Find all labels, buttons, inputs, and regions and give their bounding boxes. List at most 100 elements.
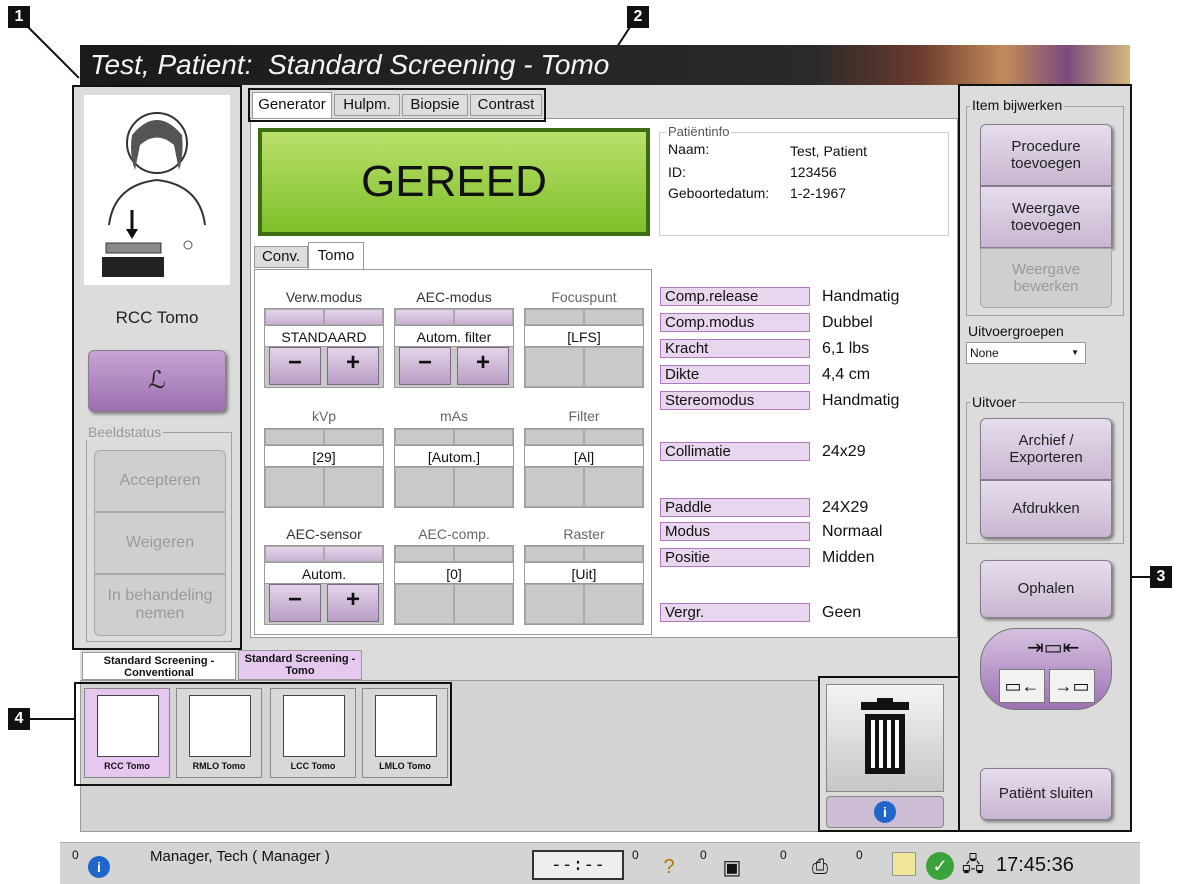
thumbnail-label: RCC Tomo [104,761,150,771]
verw-label: Verw.modus [285,289,363,305]
tab-biopsie[interactable]: Biopsie [402,94,468,116]
thumbnail-image [189,695,251,757]
aec-sensor-control: Autom. − + [264,545,384,625]
thumbnail-rcc[interactable]: RCC Tomo [84,688,170,778]
param-value: 24X29 [822,499,869,516]
thumbnail-image [97,695,159,757]
thumbnail-label: LCC Tomo [290,761,336,771]
reject-button[interactable]: Weigeren [94,512,226,574]
focus-strip-l [525,309,584,325]
printer-icon[interactable]: ⎙ [800,852,840,882]
aec-control: Autom. filter − + [394,308,514,388]
tab-generator[interactable]: Generator [252,92,332,118]
archive-export-button[interactable]: Archief / Exporteren [980,418,1112,480]
pending-button[interactable]: In behandeling nemen [94,574,226,636]
aec-minus-button[interactable]: − [399,347,451,385]
aec-comp-label: AEC-comp. [418,526,490,542]
view-name: RCC Tomo [115,308,199,327]
window-title: Test, Patient: Standard Screening - Tomo [90,49,610,80]
patient-name: Test, Patient [790,143,868,159]
thumbnail-lmlo[interactable]: LMLO Tomo [362,688,448,778]
add-view-button[interactable]: Weergave toevoegen [980,186,1112,248]
patient-info-legend: Patiëntinfo [666,124,732,139]
patient-dob: 1-2-1967 [790,185,847,201]
output-groups-legend: Uitvoergroepen [968,323,1064,339]
subtab-conv[interactable]: Conv. [254,246,308,268]
callout-3: 3 [1150,566,1172,588]
device-icon[interactable]: ▣ [712,852,752,882]
image-status-legend: Beeldstatus [86,424,164,440]
focus-strip-r [584,309,643,325]
kvp-right [324,467,383,507]
info-button[interactable]: i [826,796,944,828]
verw-strip-l [265,309,324,325]
thumbnail-lcc[interactable]: LCC Tomo [270,688,356,778]
callout-2: 2 [627,6,649,28]
param-value: Dubbel [822,314,873,331]
thumbnail-rmlo[interactable]: RMLO Tomo [176,688,262,778]
notes-icon[interactable] [892,852,916,876]
output-groups-select[interactable]: None ▼ [966,342,1086,364]
paddle-center-icon: ⇥▭⇤ [1027,637,1080,659]
aec-plus-button[interactable]: + [457,347,509,385]
kvp-strip-r [324,429,383,445]
retrieve-button[interactable]: Ophalen [980,560,1112,618]
paddle-right-icon: →▭ [1049,669,1095,703]
subtab-tomo[interactable]: Tomo [308,242,364,270]
accept-button[interactable]: Accepteren [94,450,226,512]
print-button[interactable]: Afdrukken [980,480,1112,538]
status-info-icon[interactable]: i [84,852,114,882]
add-procedure-button[interactable]: Procedure toevoegen [980,124,1112,186]
focus-left [525,347,584,387]
patient-id: 123456 [790,164,837,180]
close-patient-button[interactable]: Patiënt sluiten [980,768,1112,820]
paddle-shift-button[interactable]: ⇥▭⇤ ▭← →▭ [980,628,1112,710]
verw-plus-button[interactable]: + [327,347,379,385]
dropdown-arrow-icon: ▼ [1071,348,1079,357]
tab-contrast[interactable]: Contrast [470,94,542,116]
paddle-left-icon: ▭← [999,669,1045,703]
tab-hulpm[interactable]: Hulpm. [334,94,400,116]
verw-minus-button[interactable]: − [269,347,321,385]
info-icon: i [88,856,110,878]
checkmark-icon[interactable]: ✓ [926,852,954,880]
aec-label: AEC-modus [416,289,492,305]
param-value: Normaal [822,523,883,540]
mas-right [454,467,513,507]
param-value: 24x29 [822,443,866,460]
proc-tab-tomo[interactable]: Standard Screening - Tomo [238,650,362,680]
status-timer: --:-- [532,850,624,880]
raster-right [584,584,643,624]
patient-name-label: Naam: [668,141,710,157]
trash-button[interactable] [826,684,944,792]
aec-sensor-label: AEC-sensor [286,526,362,542]
patient-dob-label: Geboortedatum: [668,185,770,201]
aec-comp-value: [0] [395,562,513,584]
mas-control: [Autom.] [394,428,514,508]
update-legend: Item bijwerken [970,97,1065,113]
ready-indicator: GEREED [258,128,650,236]
aec-comp-control: [0] [394,545,514,625]
param-value: Handmatig [822,392,900,409]
aecc-strip-l [395,546,454,562]
thumbnail-image [283,695,345,757]
network-icon[interactable]: 🖧 [958,852,988,882]
focus-control: [LFS] [524,308,644,388]
aec-sensor-plus-button[interactable]: + [327,584,379,622]
kvp-control: [29] [264,428,384,508]
callout-4-leader [30,718,74,720]
param-value: Handmatig [822,288,900,305]
callout-1-leader [27,26,80,79]
filter-control: [Al] [524,428,644,508]
implant-button[interactable]: ℒ [88,350,226,412]
aec-sensor-minus-button[interactable]: − [269,584,321,622]
proc-tab-conventional[interactable]: Standard Screening - Conventional [82,652,236,680]
aecc-left [395,584,454,624]
edit-view-button[interactable]: Weergave bewerken [980,248,1112,308]
status-user[interactable]: Manager, Tech ( Manager ) [150,848,330,865]
help-icon[interactable]: ? [654,852,684,882]
kvp-value: [29] [265,445,383,467]
thumbnail-image [375,695,437,757]
raster-label: Raster [563,526,605,542]
param-label: Modus [660,522,810,541]
